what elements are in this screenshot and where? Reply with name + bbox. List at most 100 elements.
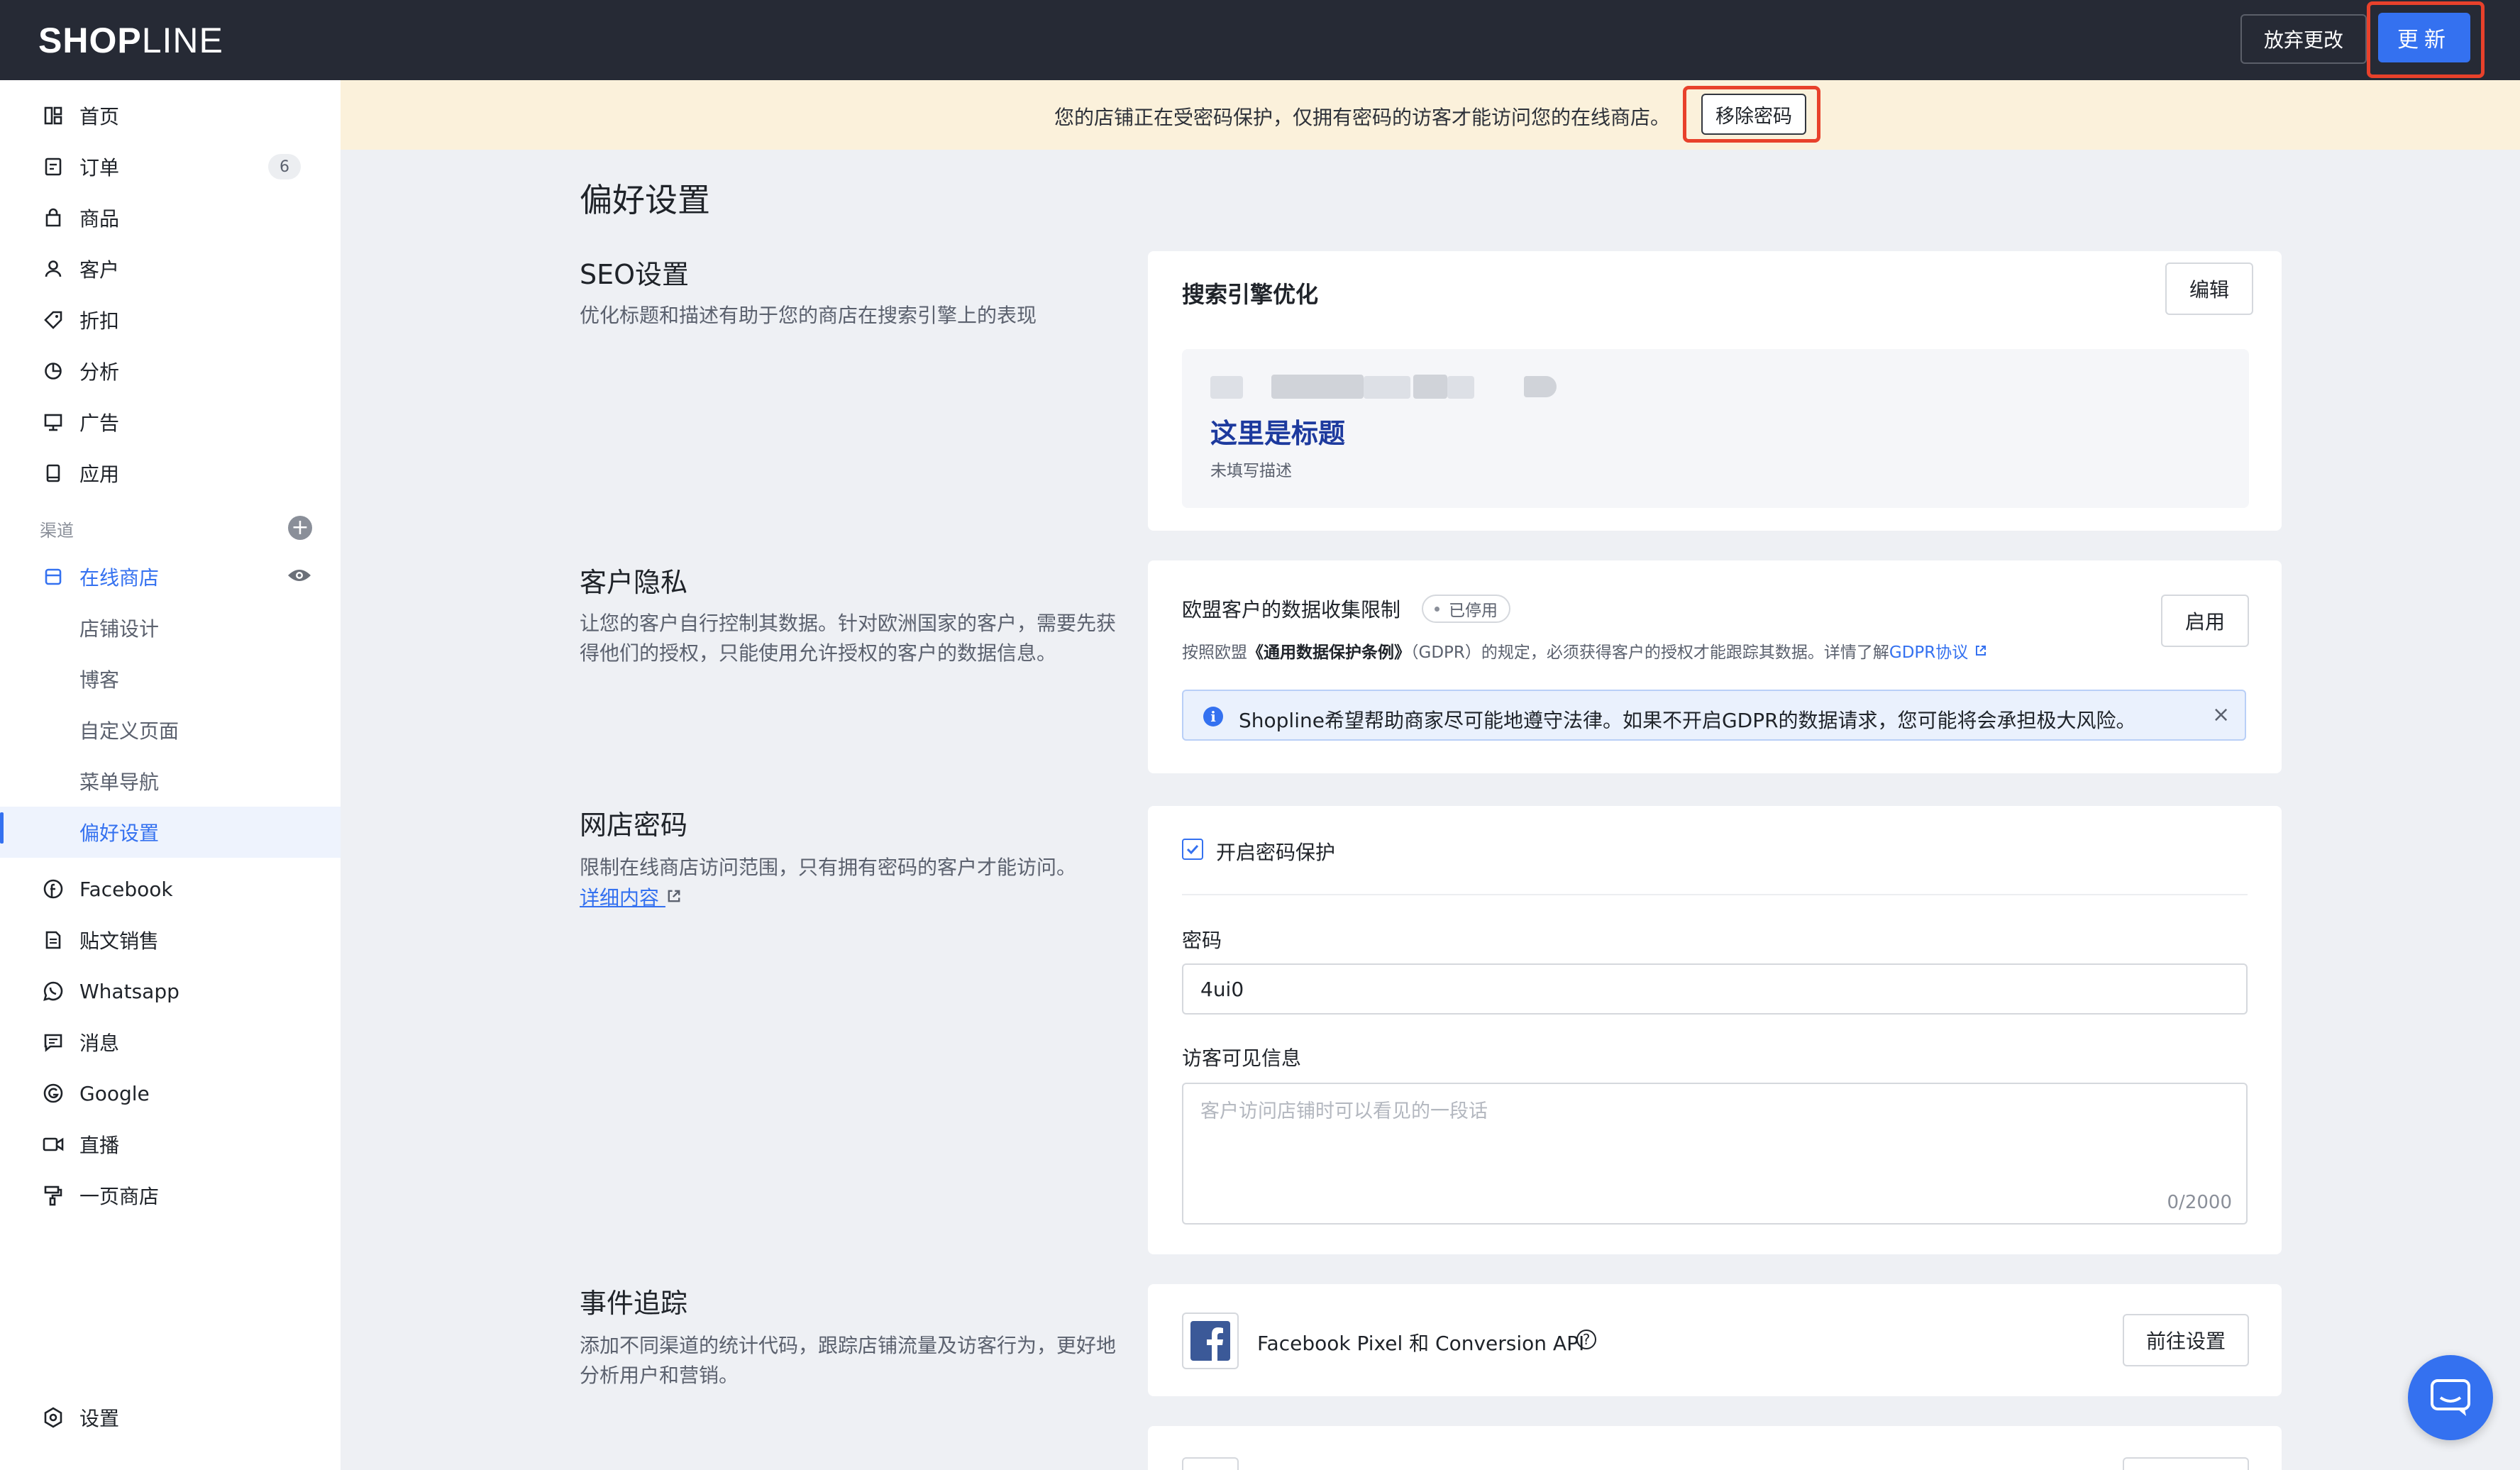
sidebar-sub-custom-pages[interactable]: 自定义页面 bbox=[0, 709, 341, 751]
sidebar-sub-preferences[interactable]: 偏好设置 bbox=[0, 807, 341, 858]
sidebar-item-products[interactable]: 商品 bbox=[0, 197, 341, 239]
sidebar-item-label: 菜单导航 bbox=[79, 770, 160, 794]
message-icon bbox=[41, 1030, 65, 1054]
password-input[interactable]: 4ui0 bbox=[1182, 963, 2248, 1015]
google-icon bbox=[41, 1081, 65, 1105]
blurred-url-fragment bbox=[1524, 376, 1557, 397]
sidebar-item-label: 消息 bbox=[79, 1032, 120, 1055]
blurred-url-fragment bbox=[1364, 376, 1410, 399]
facebook-pixel-label: Facebook Pixel 和 Conversion API bbox=[1257, 1332, 1585, 1355]
blurred-url-fragment bbox=[1413, 375, 1447, 399]
sidebar-item-post-sales[interactable]: 贴文销售 bbox=[0, 919, 341, 961]
gdpr-note-suffix: （GDPR）的规定，必须获得客户的授权才能跟踪其数据。详情了解 bbox=[1410, 643, 1889, 662]
details-link-label: 详细内容 bbox=[580, 886, 660, 910]
sidebar-item-facebook[interactable]: Facebook bbox=[0, 868, 341, 910]
seo-edit-button[interactable]: 编辑 bbox=[2165, 262, 2253, 315]
gdpr-card-title: 欧盟客户的数据收集限制 bbox=[1182, 598, 1401, 621]
gdpr-agreement-link[interactable]: GDPR协议 bbox=[1889, 643, 1968, 662]
update-button[interactable]: 更新 bbox=[2378, 13, 2470, 62]
tracking-card: Facebook Pixel 和 Conversion API ? 前往设置 bbox=[1148, 1284, 2282, 1396]
sidebar-sub-store-design[interactable]: 店铺设计 bbox=[0, 607, 341, 649]
sidebar-item-label: Google bbox=[79, 1081, 150, 1105]
seo-section-desc: 优化标题和描述有助于您的商店在搜索引擎上的表现 bbox=[580, 304, 1037, 327]
add-channel-icon[interactable]: + bbox=[288, 516, 312, 540]
password-section-desc: 限制在线商店访问范围，只有拥有密码的客户才能访问。 bbox=[580, 856, 1077, 879]
help-icon[interactable]: ? bbox=[1576, 1330, 1596, 1349]
sidebar-item-analytics[interactable]: 分析 bbox=[0, 350, 341, 392]
sidebar-item-ads[interactable]: 广告 bbox=[0, 401, 341, 443]
status-dot bbox=[1435, 607, 1439, 612]
sidebar-item-online-store[interactable]: 在线商店 bbox=[0, 556, 341, 598]
sidebar-item-discounts[interactable]: 折扣 bbox=[0, 299, 341, 341]
banner-text: 您的店铺正在受密码保护，仅拥有密码的访客才能访问您的在线商店。 bbox=[1054, 106, 1671, 129]
character-counter: 0/2000 bbox=[2167, 1192, 2232, 1213]
gdpr-note-prefix: 按照欧盟 bbox=[1182, 643, 1247, 662]
disabled-status-badge: 已停用 bbox=[1422, 595, 1510, 623]
gdpr-info-alert: i Shopline希望帮助商家尽可能地遵守法律。如果不开启GDPR的数据请求，… bbox=[1182, 690, 2246, 741]
sidebar-item-home[interactable]: 首页 bbox=[0, 94, 341, 137]
go-to-settings-button[interactable]: 前往设置 bbox=[2123, 1314, 2249, 1366]
tracking-card-next bbox=[1148, 1426, 2282, 1470]
remove-password-button[interactable]: 移除密码 bbox=[1701, 94, 1806, 135]
blurred-url-fragment bbox=[1210, 376, 1243, 399]
sidebar-item-label: 分析 bbox=[79, 360, 120, 384]
whatsapp-icon bbox=[41, 979, 65, 1003]
sidebar-item-one-page-store[interactable]: 一页商店 bbox=[0, 1174, 341, 1217]
visitor-message-textarea[interactable]: 客户访问店铺时可以看见的一段话 0/2000 bbox=[1182, 1083, 2248, 1225]
page-title: 偏好设置 bbox=[580, 181, 710, 219]
gdpr-note: 按照欧盟《通用数据保护条例》（GDPR）的规定，必须获得客户的授权才能跟踪其数据… bbox=[1182, 639, 1988, 663]
sidebar-item-label: Whatsapp bbox=[79, 979, 179, 1003]
user-icon bbox=[41, 257, 65, 281]
channels-section-label: 渠道 bbox=[40, 521, 74, 541]
store-icon bbox=[41, 565, 65, 589]
sidebar-item-whatsapp[interactable]: Whatsapp bbox=[0, 970, 341, 1012]
external-link-icon bbox=[668, 890, 680, 902]
seo-card: 搜索引擎优化 编辑 这里是标题 未填写描述 bbox=[1148, 251, 2282, 531]
divider bbox=[1182, 894, 2248, 895]
sidebar-item-label: 商品 bbox=[79, 207, 120, 231]
video-icon bbox=[41, 1132, 65, 1156]
details-link[interactable]: 详细内容 bbox=[580, 883, 682, 911]
sidebar-item-label: 博客 bbox=[79, 668, 120, 692]
sidebar-item-label: 直播 bbox=[79, 1134, 120, 1157]
facebook-icon bbox=[41, 877, 65, 901]
password-card: 开启密码保护 密码 4ui0 访客可见信息 客户访问店铺时可以看见的一段话 0/… bbox=[1148, 806, 2282, 1254]
info-icon: i bbox=[1203, 707, 1223, 726]
sidebar-item-label: 设置 bbox=[79, 1407, 120, 1430]
password-protection-checkbox[interactable] bbox=[1182, 839, 1203, 860]
tracking-section-title: 事件追踪 bbox=[580, 1288, 688, 1319]
password-input-value: 4ui0 bbox=[1200, 978, 1244, 1001]
chat-icon bbox=[2431, 1379, 2470, 1416]
chat-support-button[interactable] bbox=[2408, 1355, 2493, 1440]
sidebar-item-live[interactable]: 直播 bbox=[0, 1123, 341, 1166]
enable-gdpr-button[interactable]: 启用 bbox=[2161, 595, 2249, 647]
gdpr-law-name: 《通用数据保护条例》 bbox=[1247, 643, 1410, 662]
sidebar-item-apps[interactable]: 应用 bbox=[0, 452, 341, 494]
sidebar-item-google[interactable]: Google bbox=[0, 1072, 341, 1115]
sidebar-sub-blog[interactable]: 博客 bbox=[0, 658, 341, 700]
sidebar-item-label: 应用 bbox=[79, 463, 120, 486]
sidebar-item-label: 自定义页面 bbox=[79, 719, 179, 743]
close-icon[interactable]: × bbox=[2212, 702, 2230, 727]
discard-changes-button[interactable]: 放弃更改 bbox=[2240, 14, 2367, 64]
password-protection-label: 开启密码保护 bbox=[1216, 841, 1336, 864]
sidebar-item-label: 店铺设计 bbox=[79, 617, 160, 641]
sidebar-item-label: 订单 bbox=[79, 156, 120, 179]
password-field-label: 密码 bbox=[1182, 929, 1222, 952]
sidebar-item-settings[interactable]: 设置 bbox=[0, 1396, 341, 1439]
sidebar-item-messages[interactable]: 消息 bbox=[0, 1021, 341, 1063]
eye-icon[interactable] bbox=[287, 566, 312, 587]
seo-section-title: SEO设置 bbox=[580, 259, 690, 290]
next-settings-button[interactable] bbox=[2123, 1457, 2249, 1470]
sidebar-sub-menu-navigation[interactable]: 菜单导航 bbox=[0, 760, 341, 802]
sidebar-item-orders[interactable]: 订单 6 bbox=[0, 145, 341, 188]
paint-roller-icon bbox=[41, 1183, 65, 1208]
seo-card-title: 搜索引擎优化 bbox=[1182, 281, 1319, 308]
order-icon bbox=[41, 155, 65, 179]
sidebar-item-label: 首页 bbox=[79, 105, 120, 128]
orders-count-badge: 6 bbox=[268, 154, 301, 179]
shopline-logo[interactable]: SHOPLINE bbox=[38, 20, 223, 61]
seo-preview-box: 这里是标题 未填写描述 bbox=[1182, 349, 2249, 508]
sidebar-item-customers[interactable]: 客户 bbox=[0, 248, 341, 290]
facebook-logo-icon bbox=[1182, 1312, 1239, 1369]
